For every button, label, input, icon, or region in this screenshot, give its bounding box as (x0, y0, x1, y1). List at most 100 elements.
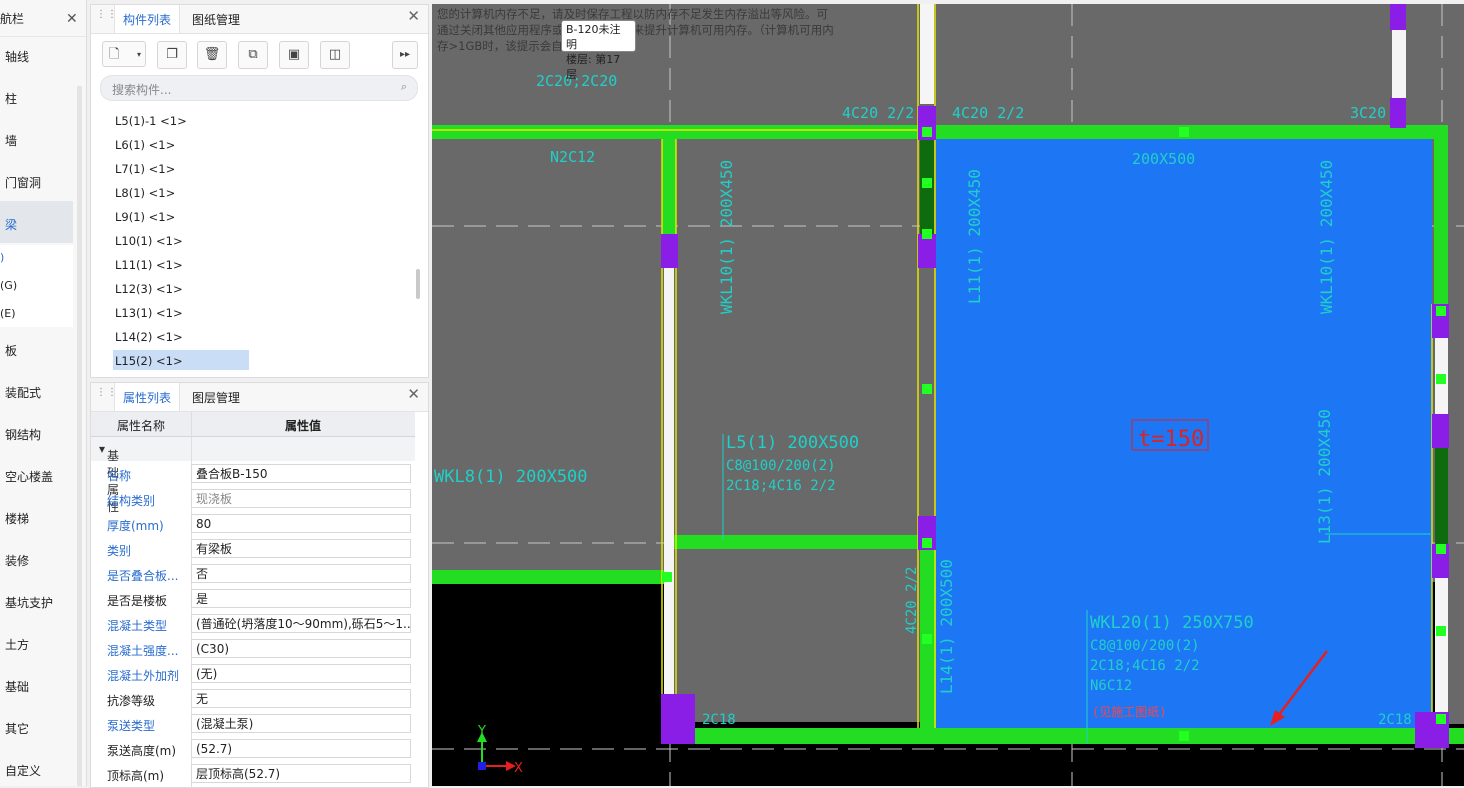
cad-drawing[interactable]: 4C20 2/2 4C20 2/2 2C20;2C20 3C20 N2C12 2… (432, 4, 1464, 786)
delete-component-button[interactable]: 🗑 (197, 41, 227, 69)
tab-layer-management[interactable]: 图层管理 (192, 383, 240, 411)
annotation-text: 3C20 (1350, 104, 1386, 122)
property-row[interactable]: 厚度(mm) 80 (91, 512, 415, 537)
duplicate-button[interactable]: ⧉ (238, 41, 268, 69)
tab-drawing-management[interactable]: 图纸管理 (192, 5, 240, 33)
nav-subitem[interactable]: (G) (0, 279, 17, 292)
component-list-item[interactable]: L7(1) <1> (115, 162, 175, 176)
nav-item[interactable]: 基坑支护 (5, 594, 53, 611)
component-list-item[interactable]: L9(1) <1> (115, 210, 175, 224)
property-value[interactable]: (C30) (191, 639, 411, 658)
tab-property-list[interactable]: 属性列表 (114, 383, 181, 411)
property-value[interactable]: (无) (191, 664, 411, 683)
column-header-value: 属性值 (285, 419, 322, 433)
nav-scrollbar[interactable] (77, 86, 82, 786)
nav-item[interactable]: 空心楼盖 (5, 468, 53, 485)
nav-subitem[interactable]: ) (0, 251, 4, 264)
drawing-canvas[interactable]: 4C20 2/2 4C20 2/2 2C20;2C20 3C20 N2C12 2… (432, 4, 1464, 786)
close-icon[interactable]: ✕ (66, 0, 78, 38)
property-value[interactable]: 80 (191, 514, 411, 533)
annotation-text: 2C18 (1378, 712, 1412, 728)
component-list-item[interactable]: L5(1)-1 <1> (115, 114, 187, 128)
nav-item[interactable]: 钢结构 (5, 426, 41, 443)
property-value[interactable]: 无 (191, 689, 411, 708)
component-list-item[interactable]: L6(1) <1> (115, 138, 175, 152)
component-list-item[interactable]: L8(1) <1> (115, 186, 175, 200)
component-list-item[interactable]: L12(3) <1> (115, 282, 183, 296)
component-list-item[interactable]: L11(1) <1> (115, 258, 183, 272)
new-component-button[interactable]: 🗋 ▾ (102, 41, 146, 67)
property-name: 混凝土强度... (107, 644, 179, 658)
property-name: 混凝土外加剂 (107, 669, 180, 683)
axis-y-label: Y (477, 724, 486, 739)
component-list-item[interactable]: L10(1) <1> (115, 234, 183, 248)
property-name: 顶标高(m) (107, 769, 165, 783)
nav-item[interactable]: 轴线 (5, 48, 29, 65)
property-value[interactable]: 叠合板B-150 (191, 464, 411, 483)
nav-item[interactable]: 梁 (5, 216, 17, 233)
annotation-text: WKL10(1) 200X450 (1317, 160, 1336, 314)
property-row[interactable]: 混凝土外加剂 (无) (91, 662, 415, 687)
nav-item[interactable]: 门窗洞 (5, 174, 41, 191)
copy-component-button[interactable]: ❐ (157, 41, 187, 69)
library-icon: ▣ (287, 47, 301, 62)
property-group-label: ▾ 基础属性 (99, 442, 120, 514)
property-row[interactable]: 名称 叠合板B-150 (91, 462, 415, 487)
close-icon[interactable]: ✕ (407, 7, 420, 25)
nav-item[interactable]: 装配式 (5, 384, 41, 401)
more-button[interactable]: ▸▸ (392, 41, 418, 69)
nav-item[interactable]: 自定义 (5, 762, 41, 779)
property-name: 类别 (107, 544, 132, 558)
nav-item[interactable]: 土方 (5, 636, 29, 653)
property-row[interactable]: 混凝土强度... (C30) (91, 637, 415, 662)
layer-button[interactable]: ◫ (320, 41, 350, 69)
nav-item[interactable]: 基础 (5, 678, 29, 695)
component-list-item[interactable]: L13(1) <1> (115, 306, 183, 320)
annotation-text: 4C20 2/2 (904, 567, 920, 634)
nav-item[interactable]: 楼梯 (5, 510, 29, 527)
nav-item[interactable]: 柱 (5, 90, 17, 107)
nav-item[interactable]: 装修 (5, 552, 29, 569)
nav-item[interactable]: 墙 (5, 132, 17, 149)
property-value[interactable]: (52.7) (191, 739, 411, 758)
component-nav-panel: 航栏 ✕ 轴线柱墙门窗洞梁板装配式 钢结构 空心楼盖 楼梯 装修 基坑支护 土方 基础 其它 自定… (0, 0, 87, 786)
property-row[interactable]: 顶标高(m) 层顶标高(52.7) (91, 762, 415, 787)
component-list-panel: ⋮⋮ 构件列表 图纸管理 ✕ 🗋 ▾ ❐ 🗑 ⧉ ▣ ◫ ▸▸ 搜索构件... ⌕… (90, 4, 429, 378)
property-value[interactable]: (混凝土泵) (191, 714, 411, 733)
property-row[interactable]: 泵送高度(m) (52.7) (91, 737, 415, 762)
component-list-item[interactable]: L15(2) <1> (115, 354, 183, 368)
search-input[interactable]: 搜索构件... (112, 81, 171, 98)
annotation-text: 2C18;4C16 2/2 (726, 478, 836, 494)
property-value[interactable]: (普通砼(坍落度10～90mm),砾石5～1... (191, 614, 411, 633)
component-library-button[interactable]: ▣ (279, 41, 309, 69)
drag-handle-icon[interactable]: ⋮⋮ (96, 388, 117, 404)
property-group[interactable]: ▾ 基础属性 (91, 437, 415, 514)
nav-subitem[interactable]: (E) (0, 307, 16, 320)
property-name: 名称 (107, 469, 132, 483)
property-row[interactable]: 结构类别 现浇板 (91, 487, 415, 512)
search-icon[interactable]: ⌕ (401, 80, 407, 94)
property-row[interactable]: 是否叠合板... 否 (91, 562, 415, 587)
tab-component-list[interactable]: 构件列表 (114, 5, 181, 33)
property-value[interactable]: 是 (191, 589, 411, 608)
axis-x-label: X (514, 761, 523, 776)
property-value[interactable]: 现浇板 (191, 489, 411, 508)
component-list-item[interactable]: L14(2) <1> (115, 330, 183, 344)
property-value[interactable]: 有梁板 (191, 539, 411, 558)
property-value[interactable]: 否 (191, 564, 411, 583)
close-icon[interactable]: ✕ (407, 385, 420, 403)
property-row[interactable]: 抗渗等级 无 (91, 687, 415, 712)
nav-item[interactable]: 板 (5, 342, 17, 359)
nav-item[interactable]: 其它 (5, 720, 29, 737)
component-search[interactable]: 搜索构件... ⌕ (100, 75, 418, 101)
property-value[interactable]: 层顶标高(52.7) (191, 764, 411, 783)
property-row[interactable]: 类别 有梁板 (91, 537, 415, 562)
annotation-text: WKL20(1) 250X750 (1090, 613, 1254, 633)
property-row[interactable]: 是否是楼板 是 (91, 587, 415, 612)
annotation-text: 4C20 2/2 (842, 104, 914, 122)
annotation-text: C8@100/200(2) (1090, 638, 1200, 654)
property-row[interactable]: 泵送类型 (混凝土泵) (91, 712, 415, 737)
list-scrollbar[interactable] (416, 269, 420, 299)
drag-handle-icon[interactable]: ⋮⋮ (96, 10, 117, 26)
property-row[interactable]: 混凝土类型 (普通砼(坍落度10～90mm),砾石5～1... (91, 612, 415, 637)
